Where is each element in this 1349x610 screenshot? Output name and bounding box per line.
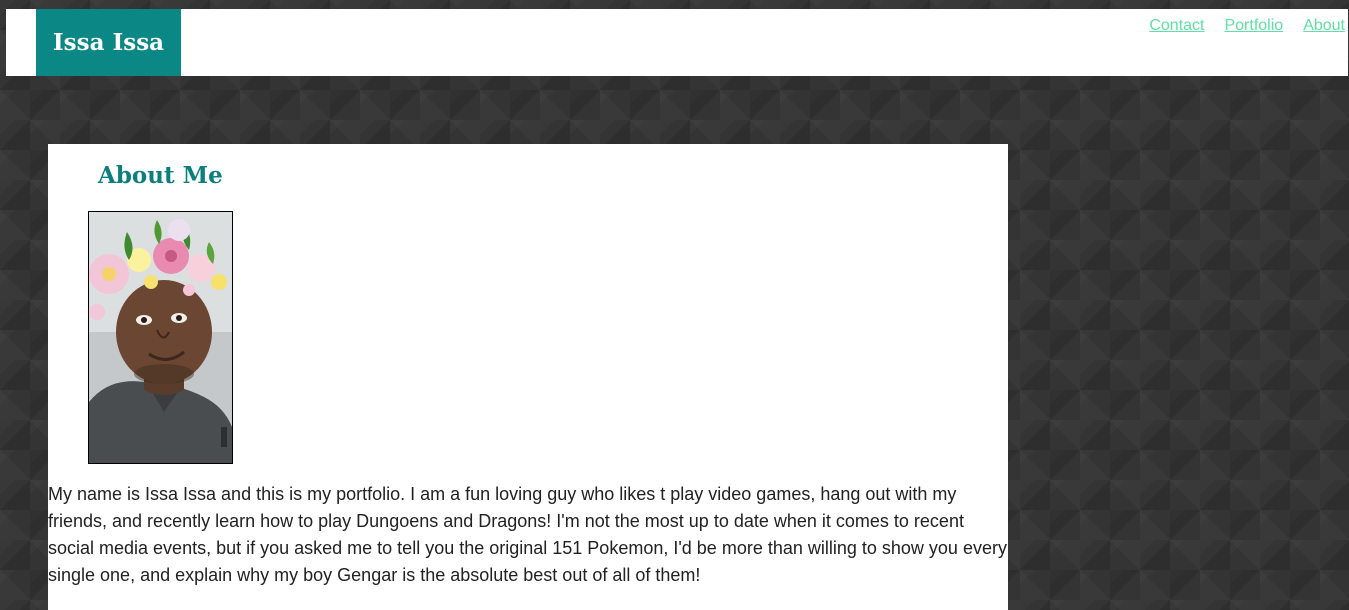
site-header: Issa Issa Contact Portfolio About [6, 9, 1348, 76]
about-card: About Me My name is Issa Issa and this i… [48, 144, 1008, 610]
profile-photo-image [89, 212, 232, 463]
nav-link-about[interactable]: About [1303, 17, 1345, 35]
nav-link-contact[interactable]: Contact [1149, 17, 1204, 35]
about-title: About Me [98, 162, 223, 189]
bio-paragraph: My name is Issa Issa and this is my port… [48, 484, 1007, 585]
nav-link-portfolio[interactable]: Portfolio [1224, 17, 1283, 35]
main-nav: Contact Portfolio About [1149, 17, 1345, 35]
brand-logo[interactable]: Issa Issa [36, 9, 181, 76]
profile-photo [88, 211, 233, 464]
